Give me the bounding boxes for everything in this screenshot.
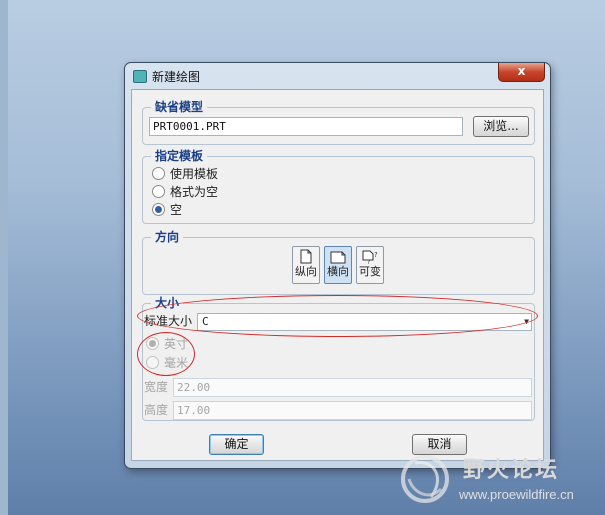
standard-size-select[interactable]: C ▼	[197, 313, 532, 331]
dialog-body: 缺省模型 PRT0001.PRT 浏览... 指定模板 使用模板 格式为空 空 …	[131, 89, 544, 461]
chevron-down-icon[interactable]: ▼	[524, 314, 529, 330]
unit-option-inch[interactable]: 英寸	[146, 336, 188, 352]
window-app-icon	[133, 70, 147, 83]
template-option-use-template[interactable]: 使用模板	[152, 166, 218, 182]
default-model-legend: 缺省模型	[151, 99, 208, 115]
default-model-input[interactable]: PRT0001.PRT	[149, 117, 463, 136]
size-legend: 大小	[151, 295, 184, 311]
orientation-landscape-button[interactable]: 横向	[324, 246, 352, 284]
variable-page-icon: ? ?	[362, 250, 378, 264]
orientation-legend: 方向	[151, 229, 184, 245]
template-option-label: 使用模板	[170, 167, 219, 181]
watermark-url: www.proewildfire.cn	[459, 487, 574, 502]
landscape-page-icon	[330, 251, 346, 264]
new-drawing-dialog: 新建绘图 x 缺省模型 PRT0001.PRT 浏览... 指定模板 使用模板 …	[124, 62, 551, 469]
orientation-label: 横向	[327, 265, 349, 278]
template-option-empty[interactable]: 空	[152, 202, 182, 218]
watermark-logo-icon	[401, 455, 449, 503]
orientation-portrait-button[interactable]: 纵向	[292, 246, 320, 284]
standard-size-label: 标准大小	[144, 314, 193, 328]
desktop-edge	[0, 0, 8, 515]
svg-text:?: ?	[374, 251, 378, 259]
title-bar[interactable]: 新建绘图 x	[125, 63, 550, 87]
template-group: 指定模板 使用模板 格式为空 空	[142, 148, 535, 224]
template-legend: 指定模板	[151, 148, 208, 164]
svg-text:?: ?	[367, 259, 370, 264]
default-model-group: 缺省模型 PRT0001.PRT 浏览...	[142, 99, 535, 145]
width-label: 宽度	[144, 380, 169, 394]
unit-option-label: 英寸	[164, 337, 189, 351]
unit-option-label: 毫米	[164, 356, 189, 370]
template-option-label: 格式为空	[170, 185, 219, 199]
radio-button[interactable]	[152, 185, 165, 198]
unit-option-mm[interactable]: 毫米	[146, 355, 188, 371]
radio-button[interactable]	[152, 167, 165, 180]
template-option-label: 空	[170, 203, 183, 217]
orientation-variable-button[interactable]: ? ? 可变	[356, 246, 384, 284]
radio-button-disabled[interactable]	[146, 356, 159, 369]
dialog-title: 新建绘图	[152, 70, 201, 84]
close-button[interactable]: x	[498, 63, 545, 82]
height-input[interactable]: 17.00	[173, 401, 532, 420]
standard-size-value: C	[202, 315, 209, 328]
orientation-group: 方向 纵向 横向 ? ? 可变	[142, 229, 535, 295]
radio-button-checked[interactable]	[152, 203, 165, 216]
watermark-text: 野火论坛	[463, 458, 560, 483]
orientation-label: 纵向	[295, 265, 317, 278]
orientation-label: 可变	[359, 265, 381, 278]
ok-button[interactable]: 确定	[209, 434, 264, 455]
forum-watermark: 野火论坛 www.proewildfire.cn	[393, 445, 605, 515]
width-input[interactable]: 22.00	[173, 378, 532, 397]
browse-button[interactable]: 浏览...	[473, 116, 529, 137]
height-label: 高度	[144, 403, 169, 417]
template-option-empty-format[interactable]: 格式为空	[152, 184, 218, 200]
portrait-page-icon	[300, 249, 312, 264]
radio-button-disabled-checked[interactable]	[146, 337, 159, 350]
